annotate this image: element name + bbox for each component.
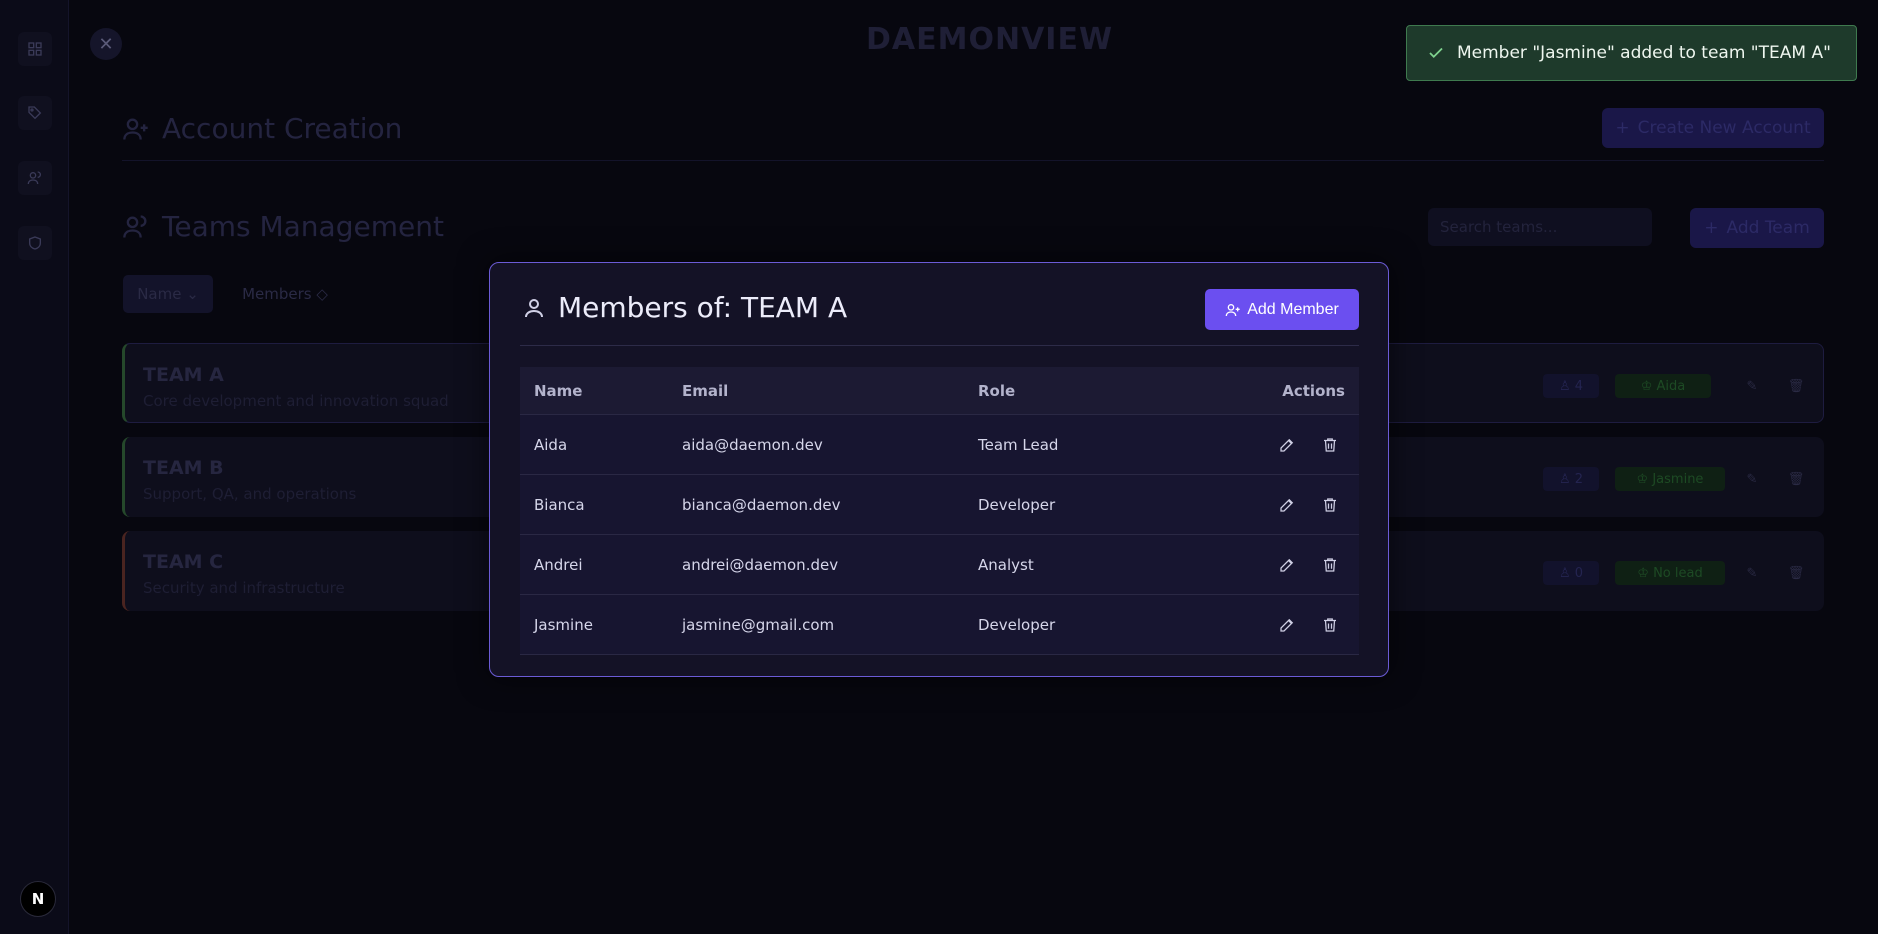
user-icon (525, 298, 543, 317)
account-creation-title: Account Creation (162, 112, 403, 145)
user-plus-icon (1225, 303, 1240, 316)
trash-icon[interactable] (1315, 550, 1345, 580)
lead-badge: ♔ Aida (1615, 374, 1711, 398)
sort-icon: ◇ (311, 285, 328, 303)
sort-name-label: Name (137, 285, 182, 303)
trash-icon[interactable] (1315, 430, 1345, 460)
member-count-badge: ♙ 2 (1543, 467, 1599, 491)
team-description: Support, QA, and operations (143, 485, 357, 503)
team-name: TEAM B (143, 457, 224, 479)
member-name: Aida (520, 414, 668, 475)
member-role: Team Lead (964, 414, 1194, 475)
row-actions (1194, 414, 1359, 475)
users-icon[interactable] (18, 161, 52, 195)
member-name: Andrei (520, 534, 668, 595)
member-email: aida@daemon.dev (668, 414, 964, 475)
toast-message: Member "Jasmine" added to team "TEAM A" (1457, 43, 1831, 63)
member-email: bianca@daemon.dev (668, 474, 964, 535)
modal-title: Members of: TEAM A (558, 291, 848, 324)
table-header-row: Name Email Role Actions (520, 367, 1359, 415)
column-header-actions: Actions (1282, 381, 1345, 400)
trash-icon[interactable]: 🗑 (1781, 561, 1811, 585)
row-actions (1194, 594, 1359, 655)
member-name: Jasmine (520, 594, 668, 655)
member-email: jasmine@gmail.com (668, 594, 964, 655)
chevron-down-icon: ⌄ (181, 285, 199, 303)
tag-icon[interactable] (18, 96, 52, 130)
member-email: andrei@daemon.dev (668, 534, 964, 595)
edit-icon[interactable]: ✎ (1737, 467, 1767, 491)
table-row: Jasmine jasmine@gmail.com Developer (520, 594, 1359, 655)
trash-icon[interactable] (1315, 490, 1345, 520)
sort-name-button[interactable]: Name ⌄ (123, 275, 213, 313)
column-header-email[interactable]: Email (668, 367, 964, 415)
table-row: Bianca bianca@daemon.dev Developer (520, 474, 1359, 535)
sort-members-button[interactable]: Members ◇ (226, 275, 344, 313)
row-actions (1194, 474, 1359, 535)
lead-badge: ♔ No lead (1615, 561, 1725, 585)
table-row: Andrei andrei@daemon.dev Analyst (520, 534, 1359, 595)
create-account-button[interactable]: + Create New Account (1602, 108, 1824, 148)
sort-members-label: Members (242, 285, 312, 303)
trash-icon[interactable]: 🗑 (1781, 374, 1811, 398)
shield-icon[interactable] (18, 226, 52, 260)
member-name: Bianca (520, 474, 668, 535)
member-role: Developer (964, 474, 1194, 535)
add-member-button[interactable]: Add Member (1205, 289, 1359, 330)
check-icon (1429, 47, 1443, 59)
next-logo-icon[interactable]: N (20, 881, 56, 917)
edit-icon[interactable]: ✎ (1737, 561, 1767, 585)
sidebar: N (0, 0, 69, 934)
edit-icon[interactable]: ✎ (1737, 374, 1767, 398)
section-divider (122, 160, 1824, 161)
add-team-label: Add Team (1726, 218, 1810, 238)
modal-divider (520, 345, 1359, 346)
lead-badge: ♔ Jasmine (1615, 467, 1725, 491)
success-toast[interactable]: Member "Jasmine" added to team "TEAM A" (1406, 25, 1857, 81)
team-description: Security and infrastructure (143, 579, 345, 597)
teams-heading: Teams Management (122, 210, 444, 243)
close-icon[interactable]: ✕ (90, 28, 122, 60)
team-name: TEAM C (143, 551, 224, 573)
members-modal: Members of: TEAM A Add Member Name Email… (489, 262, 1389, 677)
search-teams-input[interactable]: Search teams... (1428, 208, 1652, 246)
brand-logo: DAEMONVIEW (866, 22, 1114, 57)
user-plus-icon (123, 118, 148, 140)
teams-title: Teams Management (162, 210, 444, 243)
edit-icon[interactable] (1272, 490, 1302, 520)
team-description: Core development and innovation squad (143, 392, 449, 410)
dashboard-icon[interactable] (18, 32, 52, 66)
plus-icon: + (1615, 118, 1630, 138)
table-row: Aida aida@daemon.dev Team Lead (520, 414, 1359, 475)
users-icon (123, 214, 147, 238)
modal-heading: Members of: TEAM A (522, 291, 847, 324)
add-member-label: Add Member (1247, 300, 1339, 318)
member-role: Developer (964, 594, 1194, 655)
create-account-label: Create New Account (1637, 118, 1811, 138)
column-header-role[interactable]: Role (964, 367, 1194, 415)
trash-icon[interactable]: 🗑 (1781, 467, 1811, 491)
edit-icon[interactable] (1272, 610, 1302, 640)
edit-icon[interactable] (1272, 430, 1302, 460)
column-header-name[interactable]: Name (520, 367, 668, 415)
member-count-badge: ♙ 4 (1543, 374, 1599, 398)
account-creation-heading: Account Creation (122, 112, 402, 145)
edit-icon[interactable] (1272, 550, 1302, 580)
row-actions (1194, 534, 1359, 595)
plus-icon: + (1704, 218, 1719, 238)
team-name: TEAM A (143, 364, 224, 386)
member-role: Analyst (964, 534, 1194, 595)
member-count-badge: ♙ 0 (1543, 561, 1599, 585)
trash-icon[interactable] (1315, 610, 1345, 640)
members-table: Name Email Role Actions Aida aida@daemon… (520, 367, 1359, 655)
add-team-button[interactable]: + Add Team (1690, 208, 1824, 248)
